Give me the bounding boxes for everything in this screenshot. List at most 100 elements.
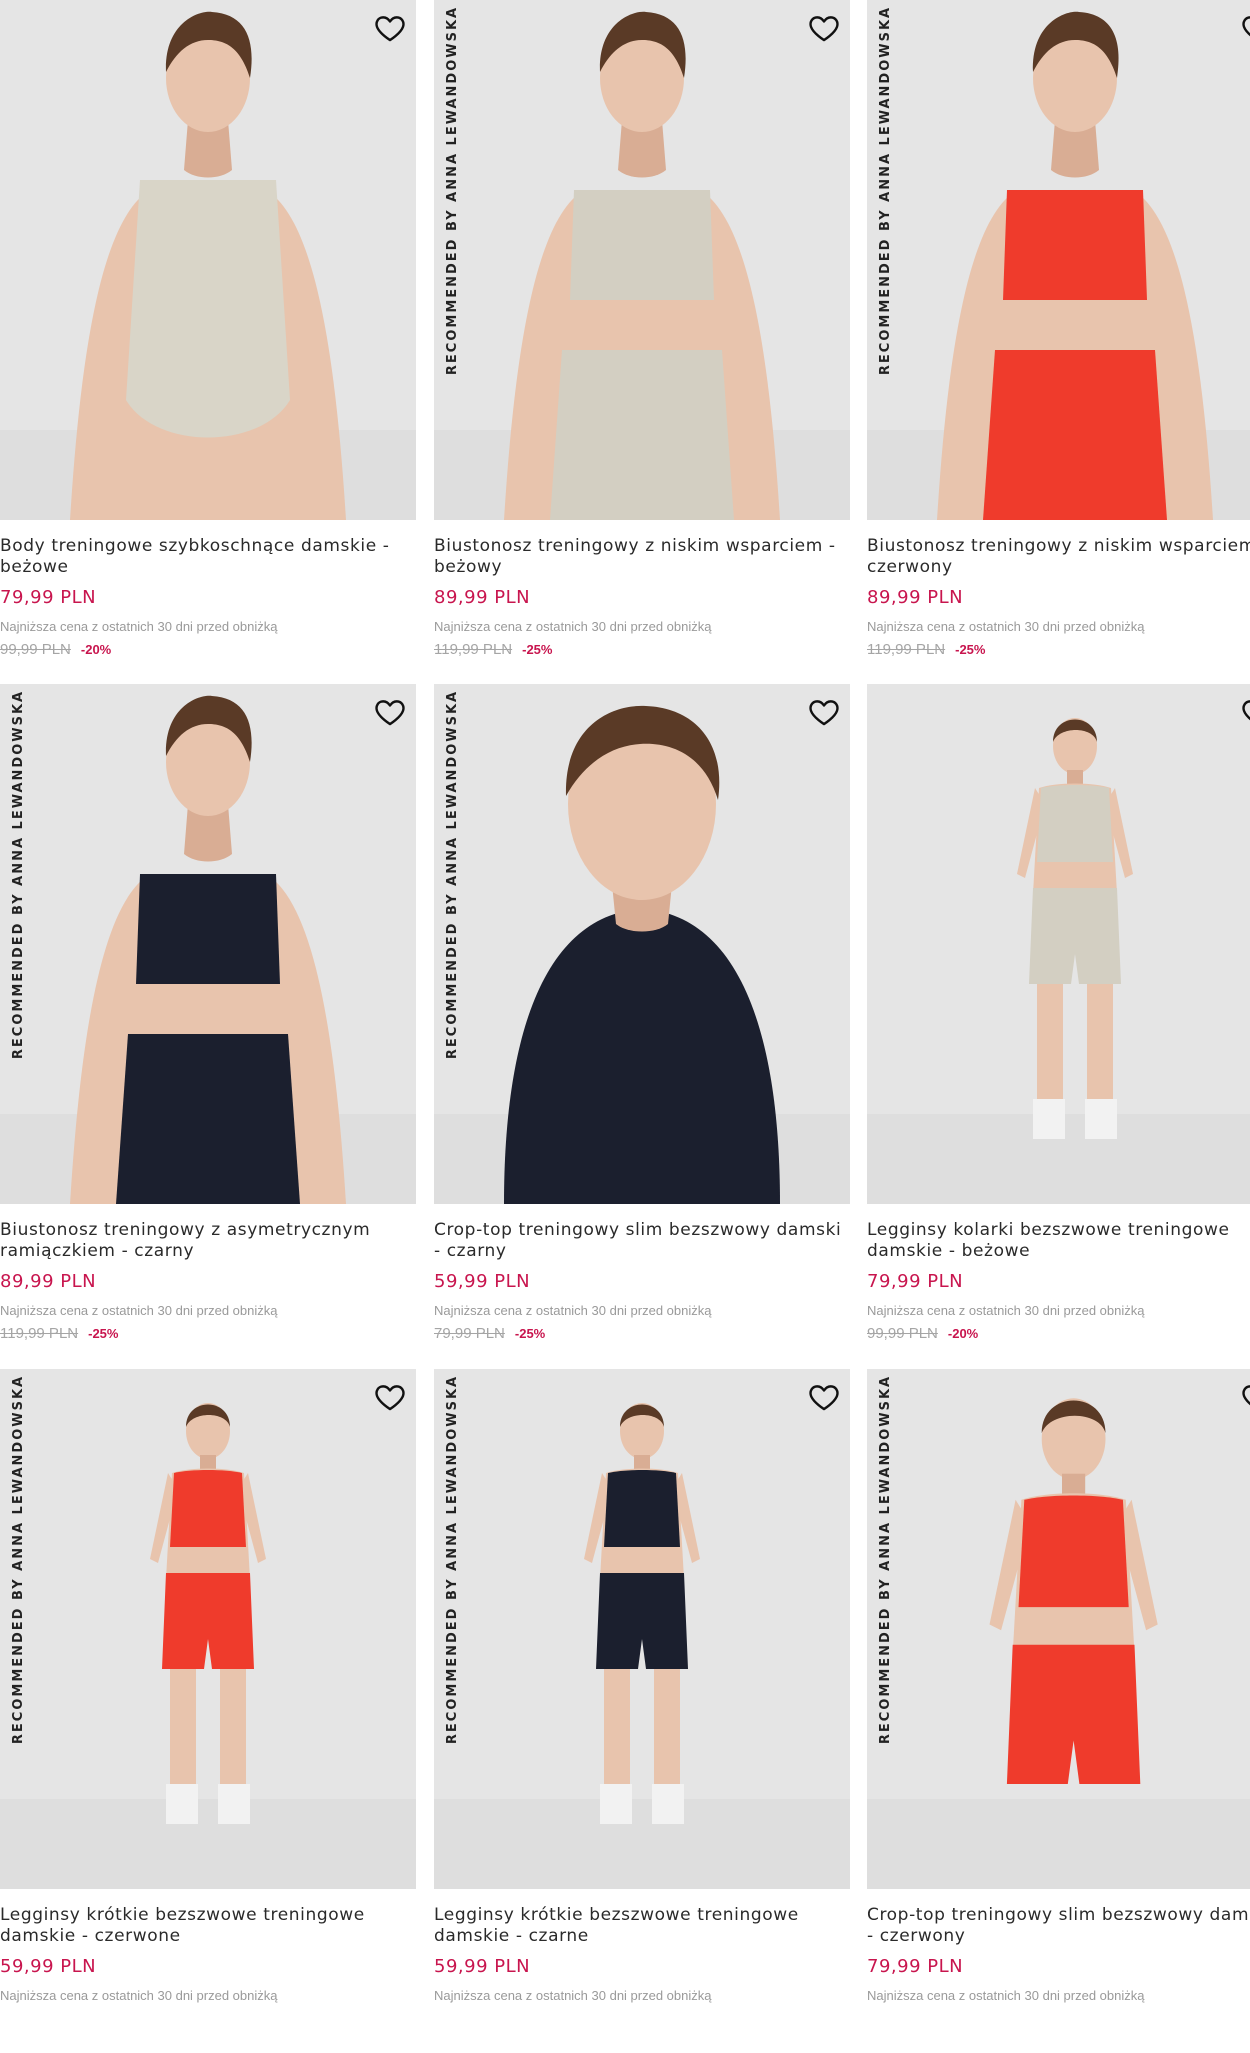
recommended-ribbon: RECOMMENDED BY ANNA LEWANDOWSKA [875, 1371, 897, 1747]
right-shoe [652, 1784, 684, 1824]
old-price: 99,99 PLN [867, 1325, 938, 1342]
recommended-ribbon: RECOMMENDED BY ANNA LEWANDOWSKA [442, 2, 464, 378]
lowest-price-note: Najniższa cena z ostatnich 30 dni przed … [0, 1988, 278, 2003]
product-price: 79,99 PLN [867, 1271, 964, 1292]
right-leg [654, 1669, 680, 1789]
product-price: 79,99 PLN [867, 1956, 964, 1977]
product-card[interactable]: RECOMMENDED BY ANNA LEWANDOWSKA Crop-top… [867, 1369, 1250, 2053]
sports-bra [1003, 190, 1147, 300]
recommended-ribbon-label: RECOMMENDED BY ANNA LEWANDOWSKA [445, 5, 461, 375]
favorite-button[interactable] [370, 692, 410, 732]
product-price: 89,99 PLN [434, 587, 531, 608]
product-info: Biustonosz treningowy z asymetrycznym ra… [0, 1220, 416, 1343]
product-image[interactable]: RECOMMENDED BY ANNA LEWANDOWSKA [0, 1369, 416, 1889]
recommended-ribbon-label: RECOMMENDED BY ANNA LEWANDOWSKA [445, 689, 461, 1059]
product-grid: Body treningowe szybkoschnące damskie - … [0, 0, 1250, 2014]
favorite-button[interactable] [804, 1377, 844, 1417]
favorite-button[interactable] [370, 8, 410, 48]
product-image[interactable]: RECOMMENDED BY ANNA LEWANDOWSKA [867, 0, 1250, 520]
recommended-ribbon: RECOMMENDED BY ANNA LEWANDOWSKA [442, 1371, 464, 1747]
lowest-price-note: Najniższa cena z ostatnich 30 dni przed … [434, 619, 712, 634]
old-price-row: 99,99 PLN -20% [0, 640, 416, 659]
old-price-row: 99,99 PLN -20% [867, 1324, 1250, 1343]
product-card[interactable]: RECOMMENDED BY ANNA LEWANDOWSKA Biustono… [434, 0, 850, 684]
product-photo [0, 1369, 416, 1889]
favorite-button[interactable] [804, 692, 844, 732]
product-price: 79,99 PLN [0, 587, 97, 608]
right-shoe [1085, 1099, 1117, 1139]
product-card[interactable]: Body treningowe szybkoschnące damskie - … [0, 0, 416, 684]
product-title[interactable]: Biustonosz treningowy z niskim wsparciem… [867, 536, 1250, 578]
old-price-row: 119,99 PLN -25% [0, 1324, 416, 1343]
heart-icon [1242, 700, 1250, 721]
product-card[interactable]: RECOMMENDED BY ANNA LEWANDOWSKA Legginsy… [0, 1369, 416, 2053]
product-info: Crop-top treningowy slim bezszwowy damsk… [434, 1220, 850, 1343]
product-title[interactable]: Body treningowe szybkoschnące damskie - … [0, 536, 416, 578]
heart-icon [809, 1385, 839, 1411]
old-price: 79,99 PLN [434, 1325, 505, 1342]
lowest-price-note: Najniższa cena z ostatnich 30 dni przed … [434, 1303, 712, 1318]
favorite-button[interactable] [370, 1377, 410, 1417]
product-image[interactable]: RECOMMENDED BY ANNA LEWANDOWSKA [867, 1369, 1250, 1889]
lowest-price-note: Najniższa cena z ostatnich 30 dni przed … [867, 619, 1145, 634]
product-info: Legginsy krótkie bezszwowe treningowe da… [434, 1905, 850, 2004]
old-price: 119,99 PLN [867, 641, 946, 658]
product-title[interactable]: Biustonosz treningowy z asymetrycznym ra… [0, 1220, 416, 1262]
right-leg [220, 1669, 246, 1789]
recommended-ribbon: RECOMMENDED BY ANNA LEWANDOWSKA [8, 1371, 30, 1747]
product-title[interactable]: Biustonosz treningowy z niskim wsparciem… [434, 536, 850, 578]
product-info: Crop-top treningowy slim bezszwowy damsk… [867, 1905, 1250, 2004]
discount-badge: -25% [514, 1326, 546, 1341]
recommended-ribbon-label: RECOMMENDED BY ANNA LEWANDOWSKA [11, 1374, 27, 1744]
product-image[interactable] [0, 0, 416, 520]
product-image[interactable]: RECOMMENDED BY ANNA LEWANDOWSKA [0, 684, 416, 1204]
product-image[interactable] [867, 684, 1250, 1204]
top [604, 1470, 680, 1547]
product-title[interactable]: Legginsy krótkie bezszwowe treningowe da… [434, 1905, 850, 1947]
leggings [116, 1034, 300, 1204]
product-photo [867, 1369, 1250, 1889]
product-title[interactable]: Crop-top treningowy slim bezszwowy damsk… [434, 1220, 850, 1262]
recommended-ribbon-label: RECOMMENDED BY ANNA LEWANDOWSKA [878, 1374, 894, 1744]
product-card[interactable]: RECOMMENDED BY ANNA LEWANDOWSKA Biustono… [0, 684, 416, 1368]
product-photo [434, 1369, 850, 1889]
lowest-price-note: Najniższa cena z ostatnich 30 dni przed … [867, 1303, 1145, 1318]
product-card[interactable]: Legginsy kolarki bezszwowe treningowe da… [867, 684, 1250, 1368]
product-price: 59,99 PLN [434, 1271, 531, 1292]
product-info: Body treningowe szybkoschnące damskie - … [0, 536, 416, 659]
product-title[interactable]: Legginsy krótkie bezszwowe treningowe da… [0, 1905, 416, 1947]
old-price-row: 79,99 PLN -25% [434, 1324, 850, 1343]
left-leg [1037, 984, 1063, 1104]
product-photo [867, 0, 1250, 520]
product-photo [867, 684, 1250, 1204]
old-price: 119,99 PLN [0, 1325, 79, 1342]
product-image[interactable]: RECOMMENDED BY ANNA LEWANDOWSKA [434, 1369, 850, 1889]
lowest-price-note: Najniższa cena z ostatnich 30 dni przed … [434, 1988, 712, 2003]
sports-bra [570, 190, 714, 300]
recommended-ribbon-label: RECOMMENDED BY ANNA LEWANDOWSKA [445, 1374, 461, 1744]
favorite-button[interactable] [1237, 1377, 1250, 1417]
heart-icon [375, 1385, 405, 1411]
favorite-button[interactable] [1237, 8, 1250, 48]
product-card[interactable]: RECOMMENDED BY ANNA LEWANDOWSKA Biustono… [867, 0, 1250, 684]
product-image[interactable]: RECOMMENDED BY ANNA LEWANDOWSKA [434, 684, 850, 1204]
bodysuit [126, 180, 290, 438]
product-title[interactable]: Legginsy kolarki bezszwowe treningowe da… [867, 1220, 1250, 1262]
product-card[interactable]: RECOMMENDED BY ANNA LEWANDOWSKA Crop-top… [434, 684, 850, 1368]
product-price: 59,99 PLN [434, 1956, 531, 1977]
old-price: 99,99 PLN [0, 641, 71, 658]
product-title[interactable]: Crop-top treningowy slim bezszwowy damsk… [867, 1905, 1250, 1947]
product-card[interactable]: RECOMMENDED BY ANNA LEWANDOWSKA Legginsy… [434, 1369, 850, 2053]
discount-badge: -25% [88, 1326, 119, 1341]
product-price: 89,99 PLN [867, 587, 964, 608]
recommended-ribbon-label: RECOMMENDED BY ANNA LEWANDOWSKA [878, 5, 894, 375]
top [170, 1470, 246, 1547]
product-photo [0, 684, 416, 1204]
right-shoe [218, 1784, 250, 1824]
favorite-button[interactable] [1237, 692, 1250, 732]
left-leg [170, 1669, 196, 1789]
product-image[interactable]: RECOMMENDED BY ANNA LEWANDOWSKA [434, 0, 850, 520]
heart-icon [375, 16, 405, 42]
left-shoe [600, 1784, 632, 1824]
favorite-button[interactable] [804, 8, 844, 48]
